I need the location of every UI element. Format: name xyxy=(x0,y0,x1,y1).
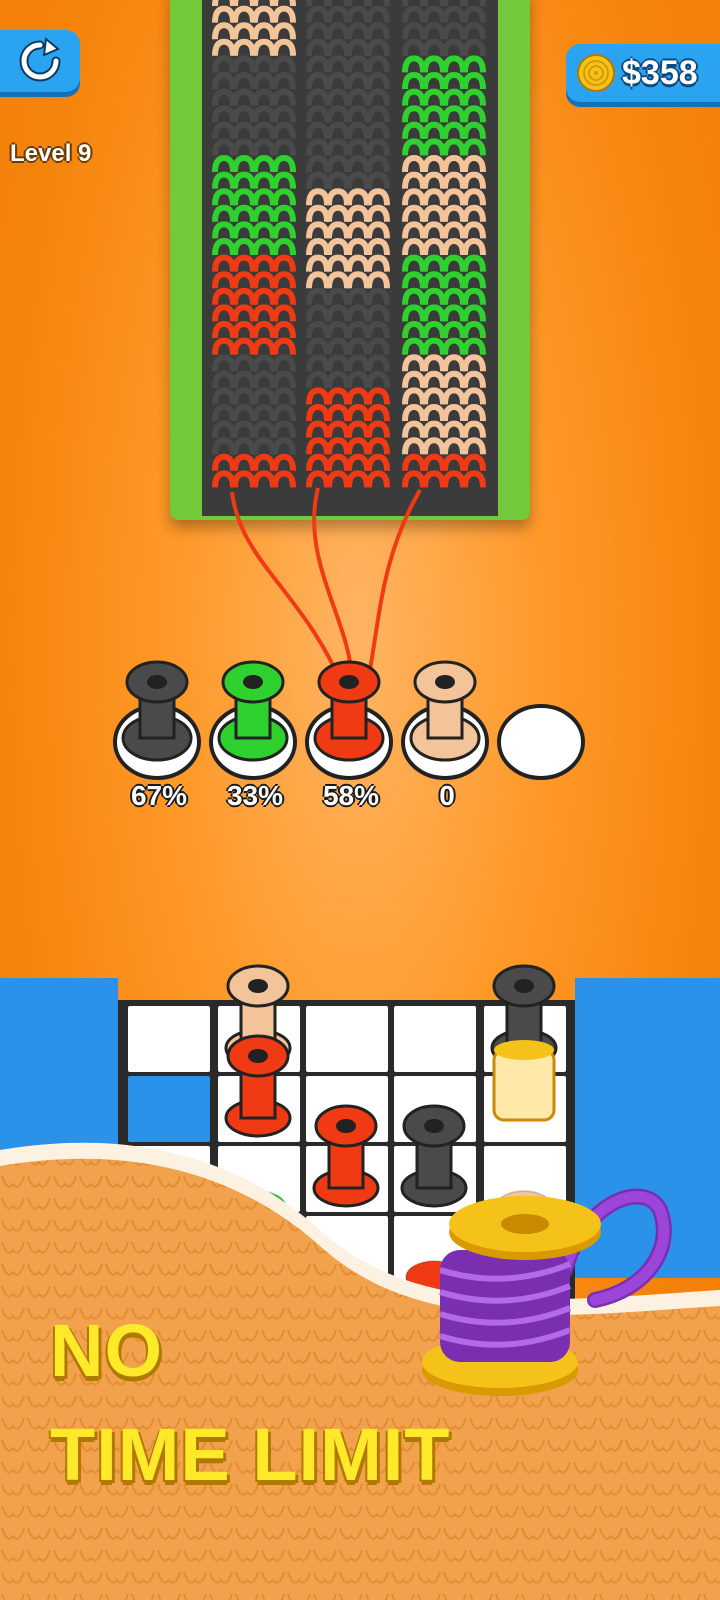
spool-progress-4: 0 xyxy=(439,780,455,811)
spool-slot-3[interactable] xyxy=(304,660,394,780)
spool-slot-4[interactable] xyxy=(400,660,490,780)
yarn-spool-decoration xyxy=(422,1188,672,1396)
glowing-spool[interactable] xyxy=(492,1040,556,1122)
spool-progress-2: 33% xyxy=(226,780,284,811)
spool-progress-3: 58% xyxy=(322,780,380,811)
yarn-strands xyxy=(230,487,422,681)
spool-slot-base xyxy=(209,660,297,780)
banner-line-1: NO xyxy=(50,1309,163,1392)
spool-slot-base xyxy=(113,660,201,780)
banner-line-2: TIME LIMIT xyxy=(50,1413,451,1496)
spool-slot-base xyxy=(497,704,585,780)
spool-slot-base xyxy=(305,660,393,780)
grid-spool[interactable] xyxy=(224,1034,292,1138)
spool-slot-5[interactable] xyxy=(496,660,586,780)
spool-slot-base xyxy=(401,660,489,780)
spool-progress-1: 67% xyxy=(130,780,188,811)
spool-slot-1[interactable] xyxy=(112,660,202,780)
spool-slot-2[interactable] xyxy=(208,660,298,780)
